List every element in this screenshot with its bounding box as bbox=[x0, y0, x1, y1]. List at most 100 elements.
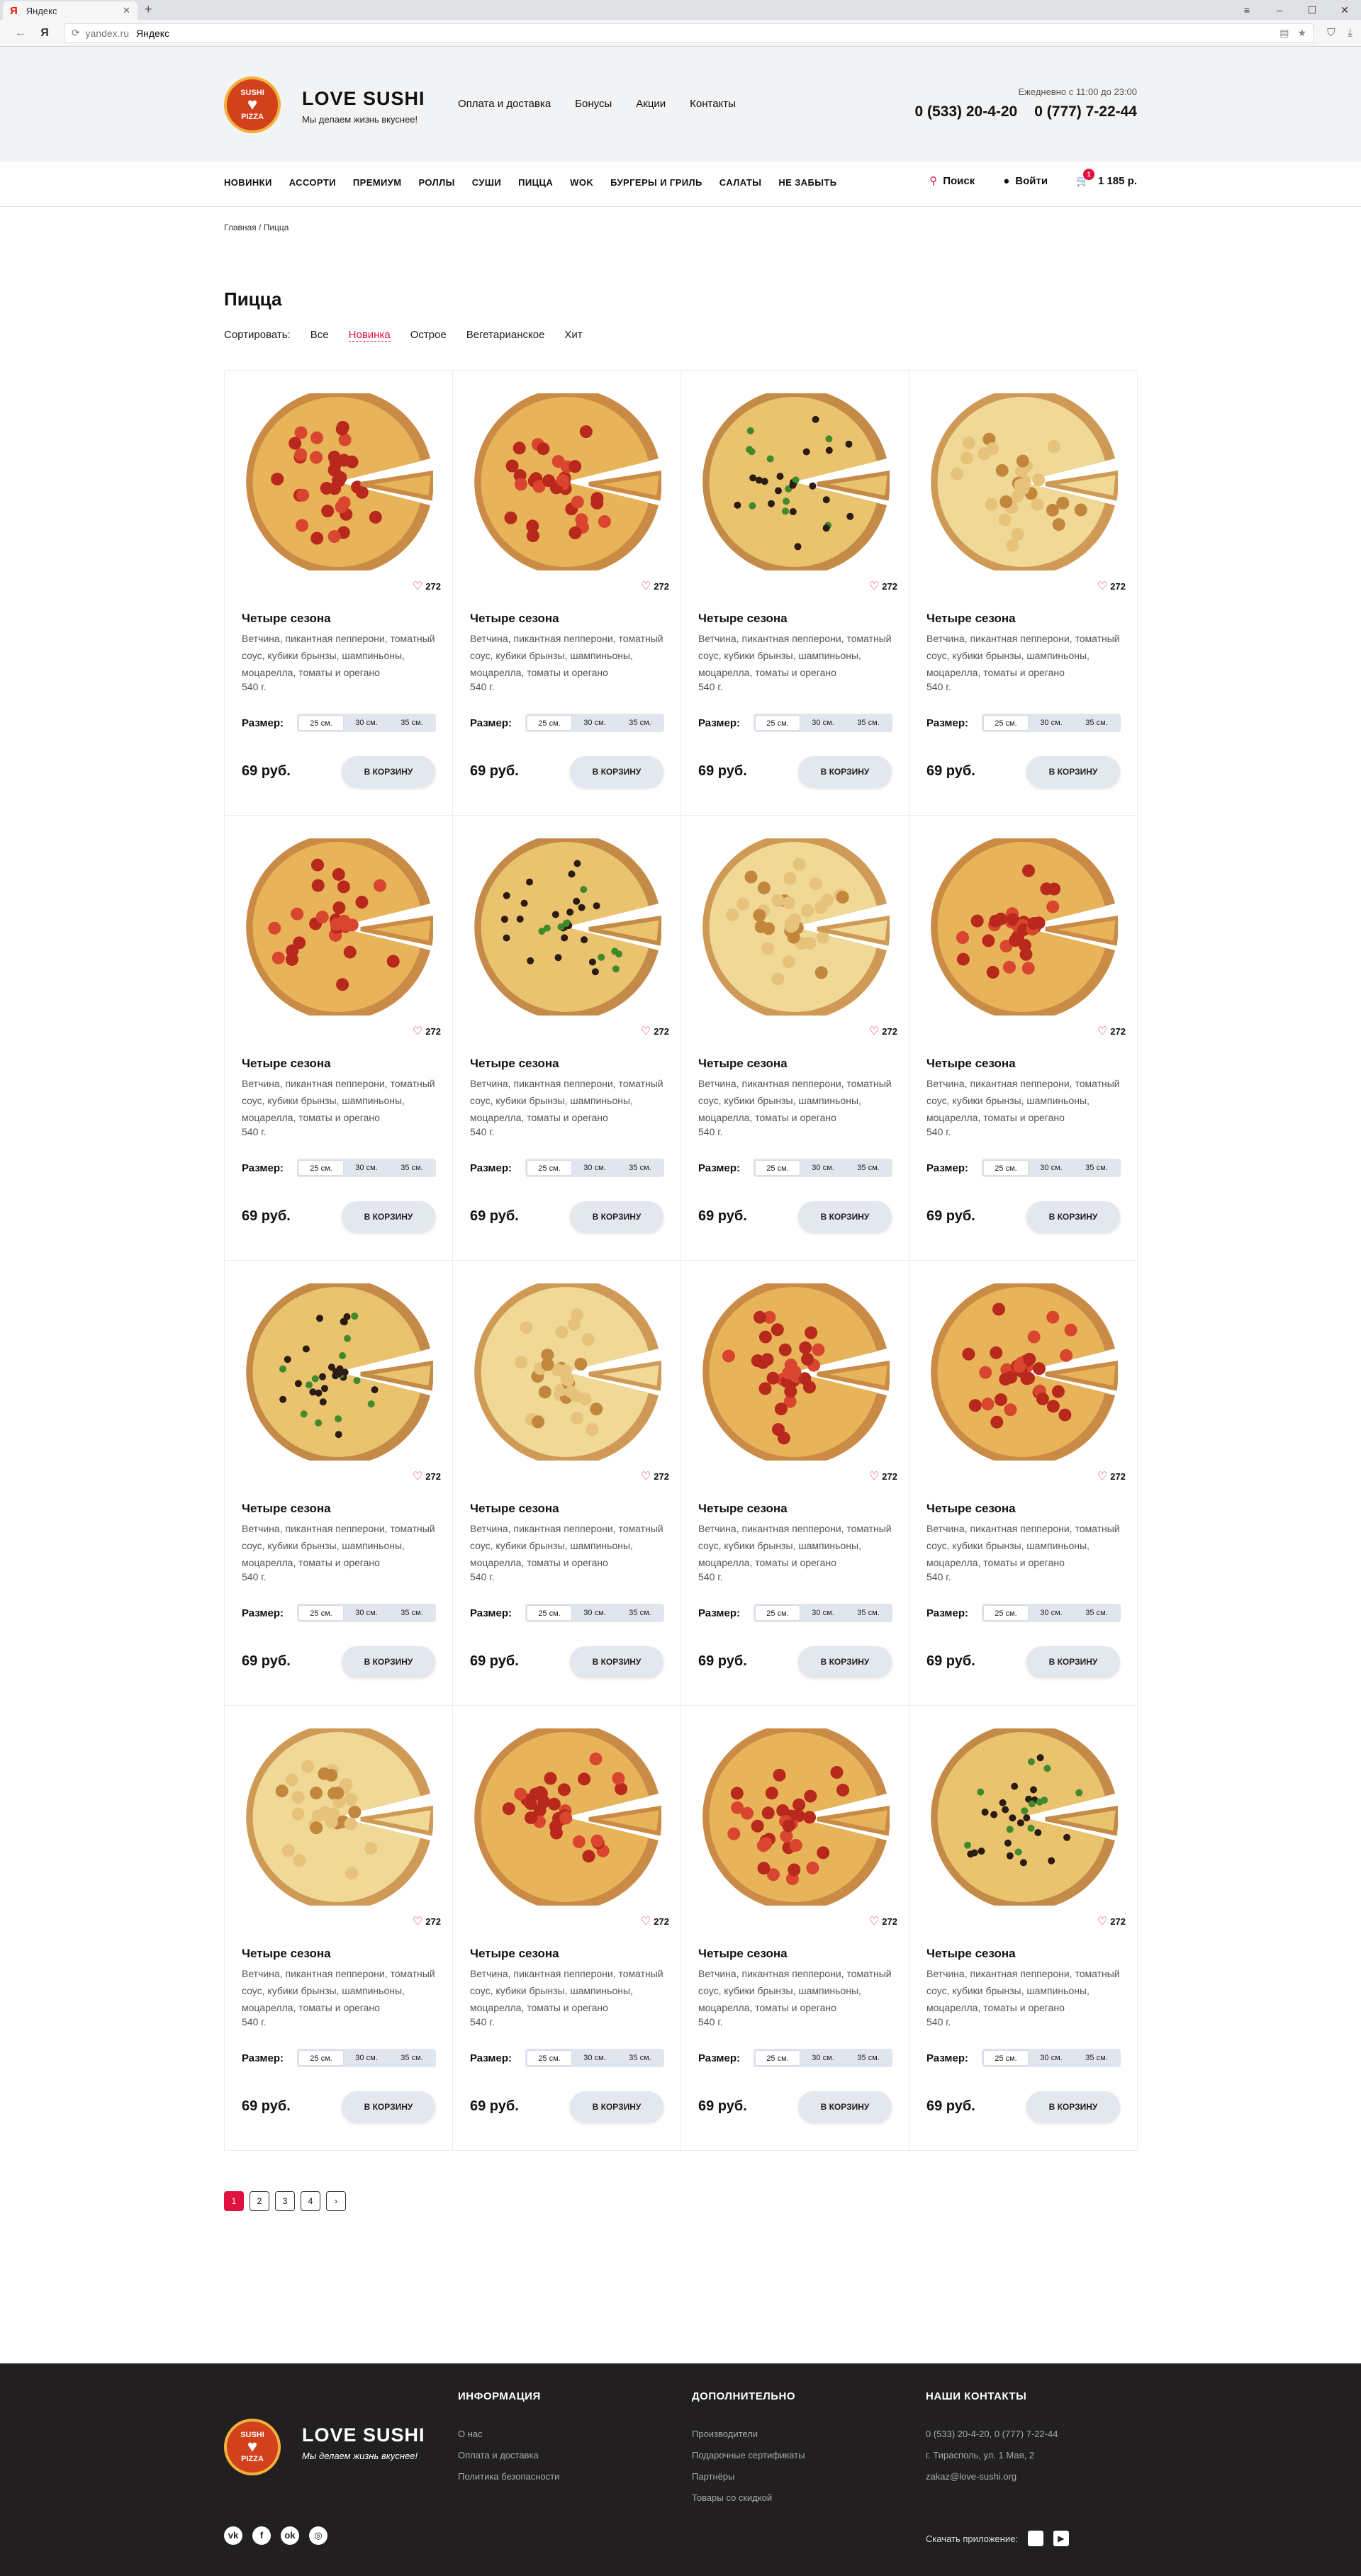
next-page-button[interactable]: › bbox=[326, 2191, 346, 2211]
heart-icon[interactable]: ♡ bbox=[1097, 1024, 1107, 1038]
size-option-35[interactable]: 35 см. bbox=[1074, 2050, 1119, 2066]
odnoklassniki-icon[interactable]: ok bbox=[281, 2526, 299, 2545]
size-option-25[interactable]: 25 см. bbox=[983, 1160, 1029, 1176]
product-title[interactable]: Четыре сезона bbox=[470, 1947, 559, 1961]
product-card[interactable]: ♡ 272 Четыре сезона Ветчина, пикантная п… bbox=[909, 816, 1138, 1261]
brand-name[interactable]: LOVE SUSHI bbox=[302, 88, 425, 110]
refresh-icon[interactable]: ⟳ bbox=[72, 27, 80, 39]
product-title[interactable]: Четыре сезона bbox=[926, 1947, 1016, 1961]
sort-option-new[interactable]: Новинка bbox=[348, 329, 391, 342]
add-to-cart-button[interactable]: В КОРЗИНУ bbox=[342, 756, 435, 787]
footer-link[interactable]: Партнёры bbox=[692, 2466, 805, 2487]
size-option-35[interactable]: 35 см. bbox=[617, 2050, 663, 2066]
footer-email[interactable]: zakaz@love-sushi.org bbox=[926, 2466, 1058, 2487]
heart-icon[interactable]: ♡ bbox=[641, 1914, 651, 1928]
category-item[interactable]: СУШИ bbox=[472, 177, 501, 188]
likes-counter[interactable]: ♡ 272 bbox=[1097, 579, 1126, 593]
add-to-cart-button[interactable]: В КОРЗИНУ bbox=[570, 1201, 663, 1232]
likes-counter[interactable]: ♡ 272 bbox=[1097, 1024, 1126, 1038]
phone-2[interactable]: 0 (777) 7-22-44 bbox=[1034, 103, 1137, 120]
pizza-image[interactable] bbox=[929, 1728, 1118, 1906]
pizza-image[interactable] bbox=[473, 838, 661, 1016]
heart-icon[interactable]: ♡ bbox=[641, 1024, 651, 1038]
pizza-image[interactable] bbox=[245, 393, 433, 570]
page-button[interactable]: 2 bbox=[250, 2191, 269, 2211]
top-nav-bonus[interactable]: Бонусы bbox=[575, 98, 612, 110]
size-option-25[interactable]: 25 см. bbox=[298, 2050, 344, 2066]
product-card[interactable]: ♡ 272 Четыре сезона Ветчина, пикантная п… bbox=[453, 816, 681, 1261]
heart-icon[interactable]: ♡ bbox=[869, 1469, 879, 1483]
size-option-35[interactable]: 35 см. bbox=[846, 1160, 891, 1176]
product-title[interactable]: Четыре сезона bbox=[926, 612, 1016, 626]
top-nav-contacts[interactable]: Контакты bbox=[690, 98, 736, 110]
size-option-25[interactable]: 25 см. bbox=[755, 1160, 800, 1176]
size-option-25[interactable]: 25 см. bbox=[298, 1605, 344, 1621]
size-option-30[interactable]: 30 см. bbox=[800, 2050, 846, 2066]
product-title[interactable]: Четыре сезона bbox=[698, 1057, 788, 1071]
size-option-25[interactable]: 25 см. bbox=[755, 1605, 800, 1621]
product-card[interactable]: ♡ 272 Четыре сезона Ветчина, пикантная п… bbox=[225, 1261, 453, 1706]
product-title[interactable]: Четыре сезона bbox=[698, 612, 788, 626]
page-button[interactable]: 3 bbox=[275, 2191, 295, 2211]
likes-counter[interactable]: ♡ 272 bbox=[413, 1914, 441, 1928]
pizza-image[interactable] bbox=[929, 838, 1118, 1016]
size-option-30[interactable]: 30 см. bbox=[344, 2050, 389, 2066]
product-title[interactable]: Четыре сезона bbox=[242, 1057, 331, 1071]
category-item[interactable]: АССОРТИ bbox=[289, 177, 336, 188]
size-option-35[interactable]: 35 см. bbox=[617, 1160, 663, 1176]
likes-counter[interactable]: ♡ 272 bbox=[869, 1469, 897, 1483]
footer-link[interactable]: Производители bbox=[692, 2424, 805, 2445]
size-option-25[interactable]: 25 см. bbox=[527, 2050, 572, 2066]
likes-counter[interactable]: ♡ 272 bbox=[869, 1914, 897, 1928]
size-option-35[interactable]: 35 см. bbox=[617, 1605, 663, 1621]
size-option-35[interactable]: 35 см. bbox=[846, 715, 891, 731]
footer-link[interactable]: Оплата и доставка bbox=[458, 2445, 559, 2466]
size-option-35[interactable]: 35 см. bbox=[846, 2050, 891, 2066]
size-option-25[interactable]: 25 см. bbox=[755, 715, 800, 731]
product-title[interactable]: Четыре сезона bbox=[698, 1502, 788, 1516]
add-to-cart-button[interactable]: В КОРЗИНУ bbox=[1026, 2091, 1120, 2122]
likes-counter[interactable]: ♡ 272 bbox=[413, 1469, 441, 1483]
product-card[interactable]: ♡ 272 Четыре сезона Ветчина, пикантная п… bbox=[453, 1261, 681, 1706]
phone-1[interactable]: 0 (533) 20-4-20 bbox=[914, 103, 1017, 120]
size-option-35[interactable]: 35 см. bbox=[389, 1160, 435, 1176]
pizza-image[interactable] bbox=[929, 1283, 1118, 1461]
product-title[interactable]: Четыре сезона bbox=[470, 612, 559, 626]
pizza-image[interactable] bbox=[701, 393, 890, 570]
size-option-35[interactable]: 35 см. bbox=[389, 2050, 435, 2066]
size-option-25[interactable]: 25 см. bbox=[527, 1160, 572, 1176]
size-option-30[interactable]: 30 см. bbox=[344, 1605, 389, 1621]
vk-icon[interactable]: vk bbox=[224, 2526, 242, 2545]
product-title[interactable]: Четыре сезона bbox=[242, 1502, 331, 1516]
likes-counter[interactable]: ♡ 272 bbox=[869, 579, 897, 593]
pizza-image[interactable] bbox=[245, 838, 433, 1016]
minimize-icon[interactable]: – bbox=[1263, 4, 1296, 16]
add-to-cart-button[interactable]: В КОРЗИНУ bbox=[798, 1201, 892, 1232]
category-item[interactable]: WOK bbox=[570, 177, 593, 188]
category-item[interactable]: ПИЦЦА bbox=[518, 177, 553, 188]
add-to-cart-button[interactable]: В КОРЗИНУ bbox=[1026, 756, 1120, 787]
heart-icon[interactable]: ♡ bbox=[1097, 579, 1107, 593]
add-to-cart-button[interactable]: В КОРЗИНУ bbox=[1026, 1201, 1120, 1232]
page-button[interactable]: 4 bbox=[301, 2191, 320, 2211]
add-to-cart-button[interactable]: В КОРЗИНУ bbox=[570, 2091, 663, 2122]
size-option-30[interactable]: 30 см. bbox=[572, 715, 617, 731]
close-tab-icon[interactable]: ✕ bbox=[123, 5, 130, 16]
footer-link[interactable]: О нас bbox=[458, 2424, 559, 2445]
footer-link[interactable]: Подарочные сертификаты bbox=[692, 2445, 805, 2466]
add-to-cart-button[interactable]: В КОРЗИНУ bbox=[342, 1646, 435, 1677]
category-item[interactable]: САЛАТЫ bbox=[719, 177, 762, 188]
product-card[interactable]: ♡ 272 Четыре сезона Ветчина, пикантная п… bbox=[225, 1706, 453, 2151]
size-option-30[interactable]: 30 см. bbox=[1029, 1605, 1074, 1621]
heart-icon[interactable]: ♡ bbox=[1097, 1914, 1107, 1928]
heart-icon[interactable]: ♡ bbox=[413, 1024, 422, 1038]
product-title[interactable]: Четыре сезона bbox=[242, 612, 331, 626]
search-button[interactable]: ⚲ Поиск bbox=[929, 174, 975, 187]
heart-icon[interactable]: ♡ bbox=[413, 1914, 422, 1928]
product-title[interactable]: Четыре сезона bbox=[470, 1502, 559, 1516]
likes-counter[interactable]: ♡ 272 bbox=[641, 579, 669, 593]
heart-icon[interactable]: ♡ bbox=[869, 1024, 879, 1038]
footer-phones[interactable]: 0 (533) 20-4-20, 0 (777) 7-22-44 bbox=[926, 2424, 1058, 2445]
footer-link[interactable]: Политика безопасности bbox=[458, 2466, 559, 2487]
size-option-30[interactable]: 30 см. bbox=[572, 1605, 617, 1621]
